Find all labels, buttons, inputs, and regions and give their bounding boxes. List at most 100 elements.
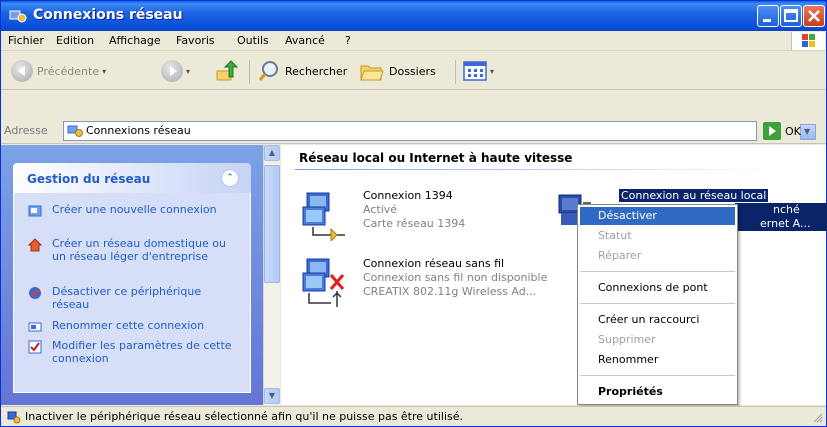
go-button[interactable]: OK	[763, 122, 801, 140]
toolbar-separator	[455, 60, 456, 84]
views-icon	[463, 61, 487, 81]
status-text: Inactiver le périphérique réseau sélecti…	[25, 410, 463, 423]
menu-item-connexions-de-pont[interactable]: Connexions de pont	[580, 279, 735, 297]
task-label: Renommer cette connexion	[52, 319, 205, 332]
menu-avance[interactable]: Avancé	[285, 34, 325, 47]
menu-outils[interactable]: Outils	[237, 34, 269, 47]
search-icon	[258, 61, 278, 81]
menu-item-statut[interactable]: Statut	[580, 227, 735, 245]
scroll-up-icon[interactable]: ▲	[264, 145, 280, 161]
group-header: Réseau local ou Internet à haute vitesse	[299, 151, 573, 165]
menu-item-reparer[interactable]: Réparer	[580, 247, 735, 265]
maximize-button[interactable]	[780, 5, 802, 27]
title-bar[interactable]: Connexions réseau	[1, 1, 826, 31]
forward-arrow-icon	[161, 60, 183, 82]
menu-separator	[580, 375, 735, 376]
connection-name: Connexion au réseau local	[619, 189, 769, 202]
connection-status: Connexion sans fil non disponible	[363, 271, 548, 284]
menu-separator	[580, 303, 735, 304]
toolbar: Précédente ▾ ▾ Rechercher Dossiers ▾	[1, 52, 826, 90]
window: Connexions réseau Fichier Edition Affich…	[0, 0, 827, 427]
menu-item-desactiver[interactable]: Désactiver	[580, 207, 735, 225]
network-device-icon	[7, 411, 21, 424]
group-divider	[295, 169, 775, 170]
views-button[interactable]: ▾	[463, 58, 494, 84]
menu-help[interactable]: ?	[345, 34, 351, 47]
address-dropdown-button[interactable]	[800, 124, 816, 140]
task-label: Modifier les paramètres de cette connexi…	[52, 339, 232, 365]
menu-edition[interactable]: Edition	[56, 34, 94, 47]
window-title: Connexions réseau	[33, 7, 183, 23]
menu-separator	[580, 271, 735, 272]
wireless-connection-icon	[302, 258, 345, 307]
menu-item-supprimer[interactable]: Supprimer	[580, 331, 735, 349]
minimize-button[interactable]	[757, 5, 779, 27]
network-connections-icon	[9, 10, 27, 23]
task-pane: Gestion du réseau ⌃ Créer une nouvelle c…	[1, 145, 263, 405]
task-label: Créer un réseau domestique ou un réseau …	[52, 237, 226, 263]
connection-item-wireless[interactable]: Connexion réseau sans fil Connexion sans…	[301, 257, 571, 313]
back-arrow-icon	[11, 60, 33, 82]
network-connections-icon	[67, 125, 83, 137]
scrollbar-thumb[interactable]	[264, 165, 280, 283]
connection-device: CREATIX 802.11g Wireless Ad...	[363, 285, 537, 298]
connections-view: Réseau local ou Internet à haute vitesse…	[281, 145, 827, 405]
back-label: Précédente	[37, 64, 100, 78]
menu-item-renommer[interactable]: Renommer	[580, 351, 735, 369]
address-value: Connexions réseau	[86, 124, 191, 137]
minimize-icon	[763, 19, 771, 22]
firewire-connection-icon	[302, 192, 345, 241]
chevron-down-icon[interactable]: ▾	[102, 67, 106, 76]
scroll-down-icon[interactable]: ▼	[264, 388, 280, 404]
connection-device-partial: ernet A...	[735, 217, 827, 231]
task-label: Créer une nouvelle connexion	[52, 203, 217, 216]
address-label: Adresse	[4, 124, 48, 137]
connection-name: Connexion réseau sans fil	[363, 257, 505, 270]
windows-logo	[791, 32, 825, 50]
up-folder-button[interactable]	[215, 58, 239, 84]
folders-button[interactable]: Dossiers	[359, 58, 436, 84]
task-label: Désactiver ce périphérique réseau	[52, 285, 202, 311]
chevron-down-icon[interactable]: ▾	[490, 67, 494, 76]
close-button[interactable]	[803, 5, 825, 27]
connection-device: Carte réseau 1394	[363, 217, 466, 230]
menu-item-creer-raccourci[interactable]: Créer un raccourci	[580, 311, 735, 329]
panel-body: Créer une nouvelle connexion Créer un ré…	[13, 193, 251, 393]
home-network-icon	[28, 238, 42, 252]
toolbar-separator	[249, 60, 250, 84]
folders-label: Dossiers	[389, 64, 436, 78]
panel-title: Gestion du réseau	[27, 172, 151, 186]
chevron-down-icon[interactable]: ▾	[186, 67, 190, 76]
connection-item-1394[interactable]: Connexion 1394 Activé Carte réseau 1394	[301, 189, 541, 245]
network-tasks-panel: Gestion du réseau ⌃ Créer une nouvelle c…	[13, 163, 251, 393]
collapse-chevron-icon[interactable]: ⌃	[221, 169, 239, 187]
rename-icon	[28, 322, 42, 332]
address-bar: Adresse Connexions réseau OK	[1, 118, 826, 144]
maximize-icon	[784, 9, 798, 22]
go-arrow-icon	[763, 122, 781, 140]
new-connection-icon	[28, 205, 42, 217]
resize-grip-icon[interactable]	[813, 413, 823, 423]
search-label: Rechercher	[285, 64, 348, 78]
menu-fichier[interactable]: Fichier	[8, 34, 44, 47]
connection-name: Connexion 1394	[363, 189, 453, 202]
menu-favoris[interactable]: Favoris	[176, 34, 215, 47]
menu-affichage[interactable]: Affichage	[109, 34, 161, 47]
forward-button[interactable]: ▾	[161, 58, 190, 84]
taskpane-scrollbar[interactable]: ▲ ▼	[263, 145, 280, 405]
status-bar: Inactiver le périphérique réseau sélecti…	[1, 406, 826, 426]
disable-device-icon	[29, 287, 41, 299]
context-menu: Désactiver Statut Réparer Connexions de …	[577, 204, 738, 405]
go-label: OK	[785, 124, 801, 138]
up-arrow-icon	[216, 60, 239, 81]
settings-check-icon	[28, 340, 42, 354]
back-button[interactable]: Précédente ▾	[11, 58, 106, 84]
connection-status: Activé	[363, 203, 398, 216]
connection-status-partial: nché	[735, 203, 827, 217]
menu-item-proprietes[interactable]: Propriétés	[580, 383, 735, 401]
search-button[interactable]: Rechercher	[257, 58, 347, 84]
menu-bar: Fichier Edition Affichage Favoris Outils…	[1, 31, 826, 51]
address-input[interactable]: Connexions réseau	[63, 121, 816, 141]
panel-header[interactable]: Gestion du réseau ⌃	[13, 163, 251, 193]
close-icon	[808, 10, 820, 22]
